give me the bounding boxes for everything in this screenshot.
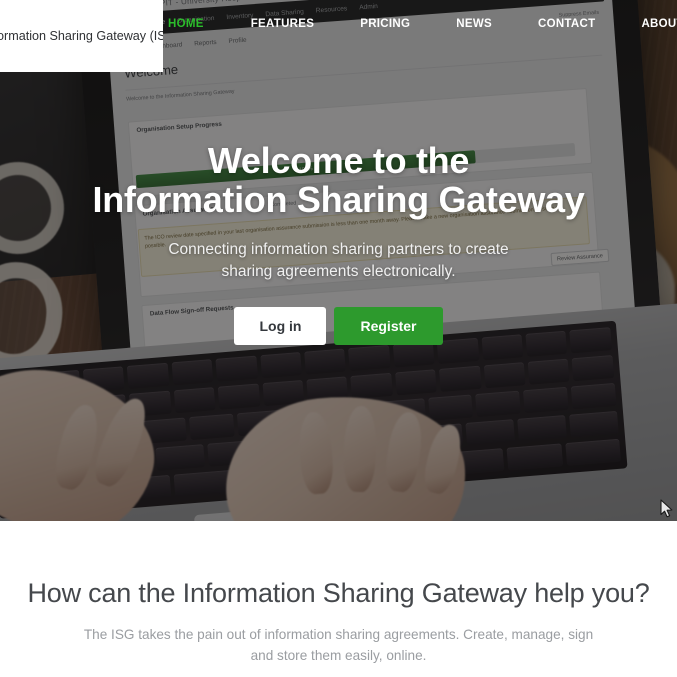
register-button[interactable]: Register — [334, 306, 443, 345]
hero-content: Welcome to the Information Sharing Gatew… — [0, 0, 677, 521]
top-navigation-bar: Information Sharing Gateway (ISG) HOME F… — [0, 0, 677, 72]
hero-title: Welcome to the Information Sharing Gatew… — [92, 140, 585, 220]
site-logo-text: Information Sharing Gateway (ISG) — [0, 29, 163, 43]
section-subtitle: The ISG takes the pain out of informatio… — [83, 627, 594, 664]
page-root: ISG Sandpit Suggested Sites Imported ISG… — [0, 0, 677, 677]
mouse-pointer-icon — [660, 499, 674, 519]
help-section: How can the Information Sharing Gateway … — [0, 521, 677, 677]
login-button[interactable]: Log in — [234, 306, 327, 345]
nav-item-news[interactable]: NEWS — [456, 18, 492, 30]
section-title: How can the Information Sharing Gateway … — [27, 578, 650, 608]
nav-item-features[interactable]: FEATURES — [251, 18, 315, 30]
nav-item-contact[interactable]: CONTACT — [538, 18, 595, 30]
main-navigation: HOME FEATURES PRICING NEWS CONTACT ABOUT… — [168, 0, 677, 48]
site-logo[interactable]: Information Sharing Gateway (ISG) — [0, 0, 163, 72]
nav-item-pricing[interactable]: PRICING — [360, 18, 410, 30]
hero-subtitle: Connecting information sharing partners … — [168, 240, 509, 280]
hero-title-line-2: Information Sharing Gateway — [92, 178, 585, 220]
nav-item-about[interactable]: ABOUT — [641, 18, 677, 30]
hero-title-line-1: Welcome to the — [207, 140, 470, 181]
nav-item-home[interactable]: HOME — [168, 18, 204, 30]
hero-button-group: Log in Register — [234, 306, 443, 345]
